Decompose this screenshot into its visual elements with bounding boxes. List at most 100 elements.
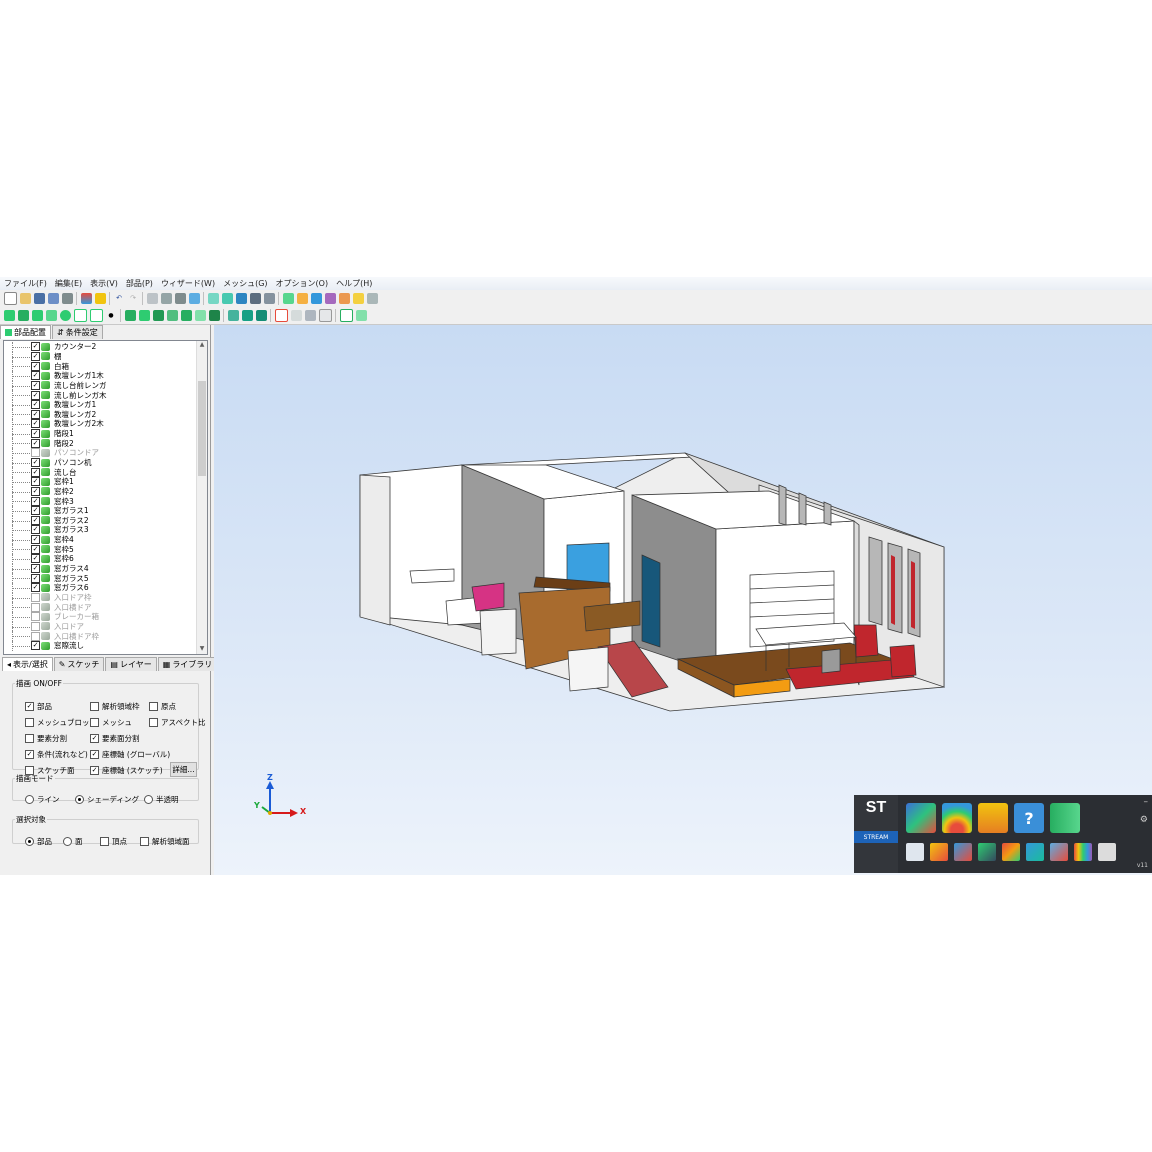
- tree-scrollbar[interactable]: ▲ ▼: [196, 341, 207, 654]
- view-front-icon[interactable]: [188, 293, 200, 304]
- tab-condition-settings[interactable]: ⇵ 条件設定: [52, 325, 103, 339]
- copy-icon[interactable]: [249, 293, 261, 304]
- tree-item-checkbox[interactable]: ✓: [31, 477, 40, 487]
- opt-parts[interactable]: ✓ 部品: [25, 701, 52, 712]
- tool5-icon[interactable]: [1026, 843, 1044, 861]
- check-box[interactable]: ✓: [90, 734, 99, 743]
- tree-item-checkbox[interactable]: ✓: [31, 535, 40, 545]
- tool3-icon[interactable]: [978, 843, 996, 861]
- tree-item-checkbox[interactable]: ✓: [31, 400, 40, 410]
- tree-item-checkbox[interactable]: ✓: [31, 429, 40, 439]
- tree-item-checkbox[interactable]: ✓: [31, 371, 40, 381]
- tool8-icon[interactable]: [1098, 843, 1116, 861]
- menu-view[interactable]: 表示(V): [86, 278, 122, 289]
- tree-item-checkbox[interactable]: ✓: [31, 351, 40, 361]
- tree-item[interactable]: ✓ 窓ガラス4: [4, 563, 194, 574]
- box-shape-icon[interactable]: [3, 310, 15, 321]
- fan-icon[interactable]: [180, 310, 192, 321]
- tab-display-select[interactable]: ◂ 表示/選択: [2, 657, 53, 671]
- scroll-down-icon[interactable]: ▼: [198, 645, 206, 654]
- tree-item[interactable]: ✓ 窓ガラス6: [4, 583, 194, 593]
- tree-item-checkbox[interactable]: [31, 631, 40, 641]
- tree-item[interactable]: ✓ 教壇レンガ1: [4, 399, 194, 410]
- opt-global-axis[interactable]: ✓ 座標軸 (グローバル): [90, 749, 170, 760]
- tab-library[interactable]: ▦ ライブラリ: [157, 657, 218, 671]
- new-file-icon[interactable]: [3, 292, 17, 305]
- heat-icon[interactable]: [208, 310, 220, 321]
- condition-icon[interactable]: [296, 293, 308, 304]
- check-box[interactable]: [25, 734, 34, 743]
- point-icon[interactable]: ●: [106, 310, 117, 321]
- menu-parts[interactable]: 部品(P): [122, 278, 157, 289]
- opt-mesh-block[interactable]: メッシュブロック: [25, 717, 97, 728]
- duct-icon[interactable]: [194, 310, 206, 321]
- calc-icon[interactable]: [338, 293, 350, 304]
- check-box[interactable]: [25, 718, 34, 727]
- gear-icon[interactable]: ⚙: [1140, 815, 1148, 825]
- sphere-shape-icon[interactable]: [59, 310, 71, 321]
- tree-item-checkbox[interactable]: ✓: [31, 486, 40, 496]
- tree-item-checkbox[interactable]: [31, 592, 40, 602]
- zoom-icon[interactable]: [146, 293, 158, 304]
- export-icon[interactable]: [366, 293, 378, 304]
- grid-icon[interactable]: [310, 293, 322, 304]
- tool2-icon[interactable]: [954, 843, 972, 861]
- radio[interactable]: [25, 795, 34, 804]
- tree-item-checkbox[interactable]: ✓: [31, 554, 40, 564]
- tab-parts-layout[interactable]: 部品配置: [0, 325, 51, 339]
- tree-item-checkbox[interactable]: ✓: [31, 438, 40, 448]
- tree-item-checkbox[interactable]: ✓: [31, 506, 40, 516]
- tree-item[interactable]: ✓ 階段2: [4, 438, 194, 449]
- check-box[interactable]: [149, 702, 158, 711]
- filter-icon[interactable]: [355, 310, 367, 321]
- print-icon[interactable]: [61, 293, 73, 304]
- stream-logo[interactable]: ST STREAM: [854, 795, 898, 873]
- tree-item[interactable]: 入口ドア: [4, 621, 194, 632]
- target-parts[interactable]: 部品: [25, 836, 52, 847]
- mesh-cube-icon[interactable]: [906, 803, 936, 833]
- check-icon[interactable]: [324, 293, 336, 304]
- tree-item-checkbox[interactable]: ✓: [31, 525, 40, 535]
- cylinder-shape-icon[interactable]: [17, 310, 29, 321]
- opt-aspect-ratio[interactable]: アスペクト比: [149, 717, 205, 728]
- select-icon[interactable]: [207, 293, 219, 304]
- tree-item-checkbox[interactable]: [31, 448, 40, 458]
- tree-item-checkbox[interactable]: ✓: [31, 641, 40, 651]
- check-box[interactable]: [90, 702, 99, 711]
- stairs-icon[interactable]: [152, 310, 164, 321]
- tree-item-checkbox[interactable]: ✓: [31, 467, 40, 477]
- tree-item-checkbox[interactable]: ✓: [31, 390, 40, 400]
- tree-item[interactable]: ✓ 窓ガラス5: [4, 573, 194, 584]
- menu-help[interactable]: ヘルプ(H): [332, 278, 376, 289]
- tree-item[interactable]: ✓ パソコン机: [4, 457, 194, 468]
- tree-item-checkbox[interactable]: ✓: [31, 409, 40, 419]
- graph-icon[interactable]: [339, 309, 353, 322]
- zoom-box-icon[interactable]: [160, 293, 172, 304]
- tree-item[interactable]: ✓ 階段1: [4, 428, 194, 439]
- tree-item[interactable]: ✓ 窓枠5: [4, 544, 194, 555]
- scroll-thumb[interactable]: [198, 381, 206, 476]
- array-icon[interactable]: [241, 310, 253, 321]
- vent-icon[interactable]: [166, 310, 178, 321]
- tree-item[interactable]: ✓ 窓枠4: [4, 534, 194, 545]
- tree-item-checkbox[interactable]: ✓: [31, 573, 40, 583]
- check-box[interactable]: ✓: [90, 750, 99, 759]
- save-icon[interactable]: [906, 843, 924, 861]
- tree-item[interactable]: ✓ 窓ガラス2: [4, 515, 194, 526]
- result-rainbow-icon[interactable]: [942, 803, 972, 833]
- tree-item[interactable]: 入口横ドア枠: [4, 631, 194, 641]
- check-box[interactable]: [90, 718, 99, 727]
- check-box[interactable]: [140, 837, 149, 846]
- mirror-icon[interactable]: [263, 293, 275, 304]
- paint-icon[interactable]: [94, 293, 106, 304]
- cone-shape-icon[interactable]: [31, 310, 43, 321]
- wall-icon[interactable]: [124, 310, 136, 321]
- tree-item-checkbox[interactable]: [31, 621, 40, 631]
- tree-item[interactable]: ✓ 窓枠2: [4, 486, 194, 497]
- opt-face-division[interactable]: ✓ 要素面分割: [90, 733, 140, 744]
- menu-file[interactable]: ファイル(F): [0, 278, 51, 289]
- mode-line[interactable]: ライン: [25, 794, 60, 805]
- tree-item-checkbox[interactable]: ✓: [31, 342, 40, 352]
- tree-item[interactable]: ✓ 窓枠6: [4, 554, 194, 564]
- radio[interactable]: [25, 837, 34, 846]
